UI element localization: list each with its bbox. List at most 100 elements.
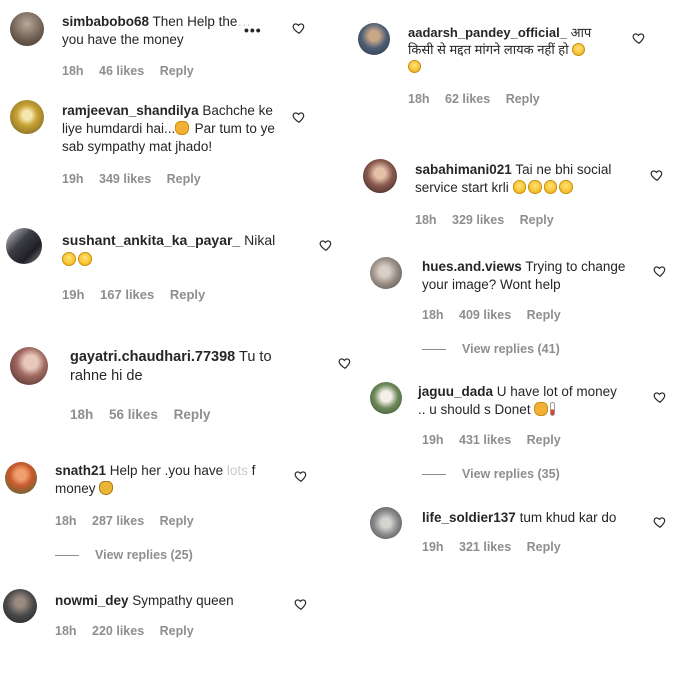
comment-likes[interactable]: 167 likes bbox=[100, 287, 154, 302]
comment-body: life_soldier137 tum khud kar do bbox=[422, 509, 652, 527]
reply-button[interactable]: Reply bbox=[160, 64, 194, 78]
reply-button[interactable]: Reply bbox=[506, 92, 540, 106]
laughing-emoji-icon bbox=[543, 180, 558, 194]
avatar[interactable] bbox=[363, 159, 397, 193]
comment-time: 18h bbox=[62, 64, 84, 78]
like-heart-icon[interactable] bbox=[294, 597, 308, 611]
comment-text: Then Help the bbox=[152, 14, 238, 29]
comment-time: 18h bbox=[55, 624, 77, 638]
comment-text-faded: lots bbox=[226, 463, 248, 478]
comment-meta: 19h 167 likes Reply bbox=[62, 287, 217, 302]
pointing-hand-emoji-icon bbox=[534, 402, 548, 416]
reply-button[interactable]: Reply bbox=[527, 308, 561, 322]
comment-likes[interactable]: 46 likes bbox=[99, 64, 144, 78]
like-heart-icon[interactable] bbox=[653, 264, 667, 278]
like-heart-icon[interactable] bbox=[338, 356, 352, 370]
comment-time: 19h bbox=[62, 287, 85, 302]
crying-emoji-icon bbox=[408, 60, 421, 74]
comment-username[interactable]: snath21 bbox=[55, 463, 106, 478]
divider-line bbox=[55, 555, 79, 557]
avatar[interactable] bbox=[10, 100, 44, 134]
reply-button[interactable]: Reply bbox=[170, 287, 205, 302]
comment-username[interactable]: aadarsh_pandey_official_ bbox=[408, 25, 567, 40]
comment-time: 18h bbox=[422, 308, 444, 322]
reply-button[interactable]: Reply bbox=[527, 540, 561, 554]
like-heart-icon[interactable] bbox=[650, 168, 664, 182]
comment-username[interactable]: ramjeevan_shandilya bbox=[62, 103, 199, 118]
comment-text-fragment: f bbox=[251, 463, 256, 478]
avatar[interactable] bbox=[6, 228, 42, 264]
comment-meta: 18h 56 likes Reply bbox=[70, 407, 222, 422]
comment-meta: 19h 321 likes Reply bbox=[422, 540, 573, 554]
comment-meta: 18h 287 likes Reply bbox=[55, 514, 206, 528]
avatar[interactable] bbox=[5, 462, 37, 494]
comment-text: U have lot of money bbox=[496, 384, 617, 399]
comment-text-line2: money bbox=[55, 480, 96, 496]
view-replies-button[interactable]: View replies (25) bbox=[55, 548, 193, 562]
avatar[interactable] bbox=[10, 12, 44, 46]
like-heart-icon[interactable] bbox=[653, 515, 667, 529]
laughing-emoji-icon bbox=[559, 180, 573, 194]
comment-text-line2: your image? Wont help bbox=[422, 276, 561, 292]
comment-time: 18h bbox=[408, 92, 430, 106]
reply-button[interactable]: Reply bbox=[160, 624, 194, 638]
divider-line bbox=[422, 349, 446, 351]
like-heart-icon[interactable] bbox=[292, 21, 306, 35]
reply-button[interactable]: Reply bbox=[527, 433, 561, 447]
like-heart-icon[interactable] bbox=[632, 31, 646, 45]
like-heart-icon[interactable] bbox=[292, 110, 306, 124]
comment-time: 19h bbox=[422, 433, 444, 447]
comment-likes[interactable]: 409 likes bbox=[459, 308, 511, 322]
avatar[interactable] bbox=[370, 507, 402, 539]
comment-likes[interactable]: 287 likes bbox=[92, 514, 144, 528]
reply-button[interactable]: Reply bbox=[160, 514, 194, 528]
comment-username[interactable]: gayatri.chaudhari.77398 bbox=[70, 349, 235, 365]
comment-text: tum khud kar do bbox=[519, 510, 617, 525]
reply-button[interactable]: Reply bbox=[167, 172, 201, 186]
comment-meta: 18h 220 likes Reply bbox=[55, 624, 206, 638]
comment-username[interactable]: hues.and.views bbox=[422, 259, 522, 274]
comment-likes[interactable]: 56 likes bbox=[109, 407, 158, 422]
comment-meta: 18h 46 likes Reply bbox=[62, 64, 206, 78]
comment-text-line2: rahne hi de bbox=[70, 368, 143, 385]
comment-username[interactable]: simbabobo68 bbox=[62, 14, 149, 29]
comment-body: gayatri.chaudhari.77398 Tu to rahne hi d… bbox=[70, 348, 340, 386]
avatar[interactable] bbox=[370, 382, 402, 414]
comment-username[interactable]: life_soldier137 bbox=[422, 510, 516, 525]
view-replies-label: View replies (41) bbox=[462, 342, 560, 356]
comment-likes[interactable]: 431 likes bbox=[459, 433, 511, 447]
comment-username[interactable]: jaguu_dada bbox=[418, 384, 493, 399]
avatar[interactable] bbox=[10, 347, 48, 385]
comment-meta: 18h 62 likes Reply bbox=[408, 92, 552, 106]
comment-text-line2: .. u should s Donet bbox=[418, 401, 531, 417]
avatar[interactable] bbox=[358, 23, 390, 55]
comment-text: Nikal bbox=[244, 232, 276, 248]
comment-username[interactable]: nowmi_dey bbox=[55, 593, 129, 608]
comment-time: 19h bbox=[422, 540, 444, 554]
view-replies-button[interactable]: View replies (35) bbox=[422, 467, 560, 481]
comment-time: 18h bbox=[415, 213, 437, 227]
reply-button[interactable]: Reply bbox=[174, 407, 211, 422]
comment-username[interactable]: sushant_ankita_ka_payar_ bbox=[62, 232, 240, 248]
comment-likes[interactable]: 329 likes bbox=[452, 213, 504, 227]
like-heart-icon[interactable] bbox=[319, 238, 333, 252]
comment-body: snath21 Help her .you have lots f money bbox=[55, 462, 295, 498]
comment-meta: 19h 431 likes Reply bbox=[422, 433, 573, 447]
comment-likes[interactable]: 62 likes bbox=[445, 92, 490, 106]
reply-button[interactable]: Reply bbox=[520, 213, 554, 227]
view-replies-button[interactable]: View replies (41) bbox=[422, 342, 560, 356]
comment-likes[interactable]: 349 likes bbox=[99, 172, 151, 186]
more-options-icon[interactable]: ••• bbox=[244, 22, 262, 38]
like-heart-icon[interactable] bbox=[294, 469, 308, 483]
avatar[interactable] bbox=[370, 257, 402, 289]
view-replies-label: View replies (35) bbox=[462, 467, 560, 481]
like-heart-icon[interactable] bbox=[653, 390, 667, 404]
comment-text: आप bbox=[570, 25, 592, 40]
divider-line bbox=[422, 474, 446, 476]
comment-text-line2: किसी से मद्दत मांगने लायक नहीं हो bbox=[408, 42, 569, 58]
comment-likes[interactable]: 321 likes bbox=[459, 540, 511, 554]
comment-body: ramjeevan_shandilya Bachche ke liye humd… bbox=[62, 102, 282, 155]
comment-likes[interactable]: 220 likes bbox=[92, 624, 144, 638]
comment-time: 18h bbox=[70, 407, 94, 422]
avatar[interactable] bbox=[3, 589, 37, 623]
